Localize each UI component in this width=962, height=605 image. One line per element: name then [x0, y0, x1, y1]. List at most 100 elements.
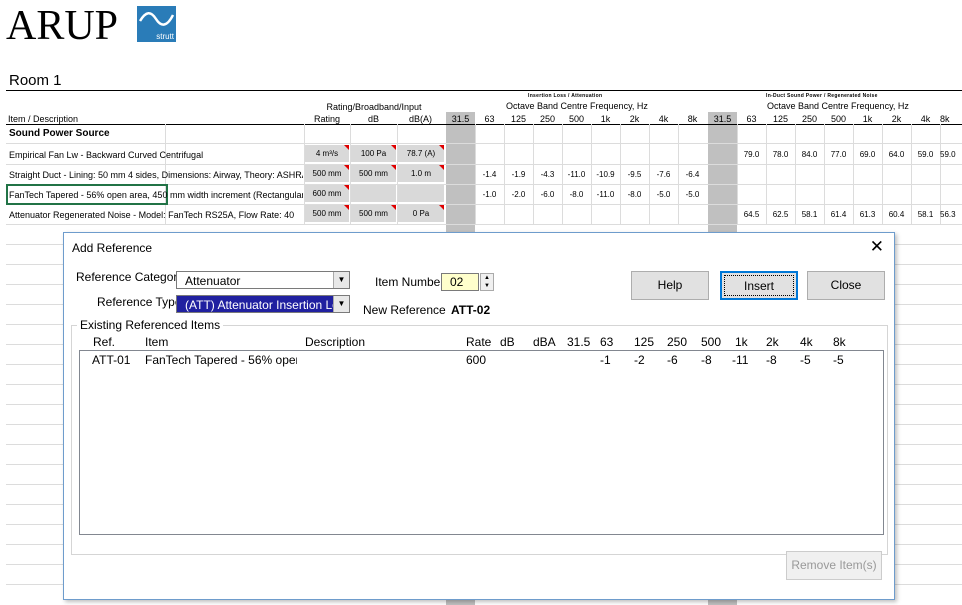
- il-value: -8.0: [569, 190, 584, 199]
- db-cell[interactable]: 500 mm: [351, 165, 396, 182]
- existing-items-label: Existing Referenced Items: [77, 318, 224, 332]
- list-header-dba: dBA: [533, 335, 556, 349]
- dba-cell[interactable]: 1.0 m: [398, 165, 444, 182]
- il-col-250: 250: [539, 114, 556, 124]
- dialog-title: Add Reference: [72, 241, 153, 255]
- vgrid: [824, 124, 825, 224]
- il-value: -1.0: [482, 190, 497, 199]
- gridline: [6, 224, 962, 225]
- sw-value: 77.0: [830, 150, 847, 159]
- list-header-ref: Ref.: [93, 335, 116, 349]
- chevron-down-icon[interactable]: ▼: [333, 272, 349, 288]
- close-icon[interactable]: ✕: [870, 237, 884, 257]
- sound-power-header: In-Duct Sound Power / Regenerated Noise: [766, 93, 878, 99]
- sw-value: 58.1: [917, 210, 934, 219]
- row-desc-regen[interactable]: Attenuator Regenerated Noise - Model: Fa…: [9, 210, 303, 220]
- help-button[interactable]: Help: [631, 271, 709, 300]
- section-heading: Sound Power Source: [9, 128, 110, 139]
- db-cell[interactable]: 100 Pa: [351, 145, 396, 162]
- sw-value: 69.0: [859, 150, 876, 159]
- header-top-line: [6, 90, 962, 91]
- row-desc-fantech[interactable]: FanTech Tapered - 56% open area, 450 mm …: [9, 190, 303, 200]
- il-col-4k: 4k: [658, 114, 669, 124]
- sw-value: 84.0: [801, 150, 818, 159]
- rating-cell[interactable]: 4 m³/s: [305, 145, 349, 162]
- add-reference-dialog: Add Reference ✕ Reference Category Atten…: [63, 232, 895, 600]
- octave-header-sw: Octave Band Centre Frequency, Hz: [767, 101, 909, 111]
- il-value: -4.3: [540, 170, 555, 179]
- item-number-input[interactable]: 02: [441, 273, 479, 291]
- category-label: Reference Category: [76, 270, 184, 284]
- dba-cell[interactable]: [398, 185, 444, 202]
- list-header-rate: Rate: [466, 335, 492, 349]
- list-cell-rate: 600: [466, 353, 487, 367]
- list-header-2k: 2k: [766, 335, 779, 349]
- list-header-8k: 8k: [833, 335, 846, 349]
- dba-cell[interactable]: 78.7 (A): [398, 145, 444, 162]
- insertion-loss-header: Insertion Loss / Attenuation: [528, 93, 603, 99]
- insert-button[interactable]: Insert: [720, 271, 798, 300]
- il-value: -2.0: [511, 190, 526, 199]
- il-col-63: 63: [484, 114, 495, 124]
- list-cell-500: -8: [701, 353, 712, 367]
- sw-col-8k: 8k: [940, 114, 950, 124]
- sw-value: 78.0: [772, 150, 789, 159]
- list-header-4k: 4k: [800, 335, 813, 349]
- list-cell-4k: -5: [800, 353, 811, 367]
- db-cell[interactable]: 500 mm: [351, 205, 396, 222]
- sw-col-125: 125: [772, 114, 789, 124]
- header-bottom-line: [6, 124, 962, 125]
- new-ref-label: New Reference: [363, 303, 446, 317]
- dba-cell[interactable]: 0 Pa: [398, 205, 444, 222]
- gridline: [6, 143, 962, 144]
- sw-value: 59.0: [940, 150, 956, 159]
- row-desc-duct[interactable]: Straight Duct - Lining: 50 mm 4 sides, D…: [9, 170, 303, 180]
- item-desc-header: Item / Description: [8, 114, 79, 124]
- il-col-1k: 1k: [600, 114, 611, 124]
- il-value: -9.5: [627, 170, 642, 179]
- row-desc-fan[interactable]: Empirical Fan Lw - Backward Curved Centr…: [9, 150, 303, 160]
- list-header-250: 250: [667, 335, 688, 349]
- rating-cell[interactable]: 500 mm: [305, 165, 349, 182]
- rating-group-header: Rating/Broadband/Input: [326, 102, 422, 112]
- sw-value: 64.5: [743, 210, 760, 219]
- list-header-500: 500: [701, 335, 722, 349]
- logo-text: ARUP: [6, 3, 119, 49]
- item-number-label: Item Number: [375, 275, 445, 289]
- vgrid: [911, 124, 912, 224]
- vgrid: [853, 124, 854, 224]
- rating-cell[interactable]: 500 mm: [305, 205, 349, 222]
- sw-value: 60.4: [888, 210, 905, 219]
- room-title: Room 1: [9, 72, 62, 89]
- il-col-125: 125: [510, 114, 527, 124]
- sw-col-63: 63: [746, 114, 757, 124]
- sw-value: 59.0: [917, 150, 934, 159]
- list-cell-125: -2: [634, 353, 645, 367]
- vgrid: [737, 124, 738, 224]
- remove-items-button[interactable]: Remove Item(s): [786, 551, 882, 580]
- il-col-8k: 8k: [687, 114, 698, 124]
- il-value: -7.6: [656, 170, 671, 179]
- category-select[interactable]: Attenuator ▼: [176, 271, 350, 289]
- il-value: -10.9: [596, 170, 615, 179]
- spin-buttons[interactable]: ▲ ▼: [480, 273, 494, 291]
- existing-items-list[interactable]: [79, 350, 884, 535]
- il-value: -1.4: [482, 170, 497, 179]
- type-select[interactable]: (ATT) Attenuator Insertion Loss ▼: [176, 295, 350, 313]
- gridline: [6, 164, 962, 165]
- chevron-down-icon[interactable]: ▼: [333, 296, 349, 312]
- sw-col-500: 500: [830, 114, 847, 124]
- db-cell[interactable]: [351, 185, 396, 202]
- list-header-1k: 1k: [735, 335, 748, 349]
- rating-cell[interactable]: 600 mm: [305, 185, 349, 202]
- il-value: -5.0: [685, 190, 700, 199]
- sw-col-1k: 1k: [862, 114, 873, 124]
- octave-header-il: Octave Band Centre Frequency, Hz: [506, 101, 648, 111]
- strutt-logo-box: strutt: [137, 6, 176, 42]
- list-header-63: 63: [600, 335, 614, 349]
- list-cell-63: -1: [600, 353, 611, 367]
- il-value: -5.0: [656, 190, 671, 199]
- new-ref-value: ATT-02: [451, 303, 491, 317]
- list-header-item: Item: [145, 335, 169, 349]
- close-button[interactable]: Close: [807, 271, 885, 300]
